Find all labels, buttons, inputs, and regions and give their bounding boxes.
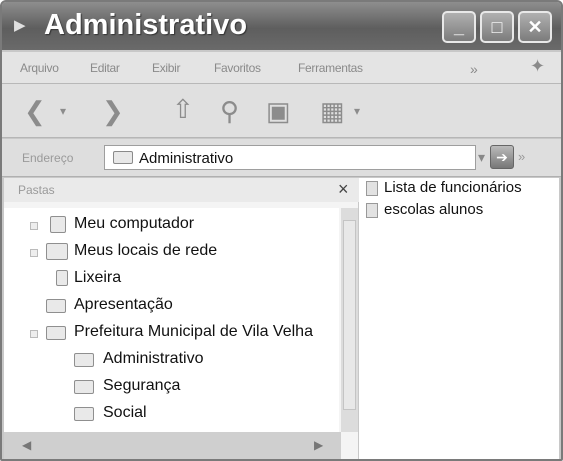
folder-icon <box>46 299 66 313</box>
tree-item-prefeitura[interactable]: Prefeitura Municipal de Vila Velha <box>4 322 337 346</box>
menu-bar: Arquivo Editar Exibir Favoritos Ferramen… <box>2 52 561 84</box>
back-icon[interactable]: ❮ <box>24 98 46 124</box>
menu-ferramentas[interactable]: Ferramentas <box>298 61 363 75</box>
back-dropdown-icon[interactable]: ▾ <box>60 98 66 124</box>
content-area: Pastas × Meu computador Meus locais de r… <box>4 178 559 459</box>
scroll-thumb[interactable] <box>343 220 356 410</box>
folders-pane: Pastas × Meu computador Meus locais de r… <box>4 178 359 459</box>
folder-icon <box>74 380 94 394</box>
document-icon <box>366 181 378 196</box>
tree-item-seguranca[interactable]: Segurança <box>4 376 334 400</box>
folders-pane-header: Pastas × <box>4 178 359 202</box>
expand-icon[interactable] <box>30 222 38 230</box>
views-dropdown-icon[interactable]: ▾ <box>354 98 360 124</box>
address-dropdown-icon[interactable]: ▾ <box>478 149 485 166</box>
folder-icon <box>74 353 94 367</box>
menu-editar[interactable]: Editar <box>90 61 120 75</box>
maximize-button[interactable]: □ <box>480 11 514 43</box>
tree-item-administrativo[interactable]: Administrativo <box>4 349 334 373</box>
folder-icon: ▶ <box>14 17 26 34</box>
scroll-left-icon[interactable]: ◀ <box>22 438 31 452</box>
up-folder-icon[interactable]: ⇧ <box>172 96 194 122</box>
folder-tree: Meu computador Meus locais de rede Lixei… <box>4 208 339 432</box>
folder-icon <box>74 407 94 421</box>
title-bar[interactable]: ▶ Administrativo _ □ ✕ <box>2 2 561 50</box>
close-pane-icon[interactable]: × <box>338 179 349 200</box>
forward-icon[interactable]: ❯ <box>102 98 124 124</box>
network-icon <box>46 243 68 260</box>
minimize-button[interactable]: _ <box>442 11 476 43</box>
vertical-scrollbar[interactable] <box>341 208 358 432</box>
menu-exibir[interactable]: Exibir <box>152 61 181 75</box>
windows-logo-icon: ✦ <box>530 56 545 76</box>
menu-overflow-icon[interactable]: » <box>470 61 478 77</box>
address-label: Endereço <box>22 151 74 165</box>
expand-icon[interactable] <box>30 249 38 257</box>
views-icon[interactable]: ▦ <box>320 98 345 124</box>
folders-pane-title: Pastas <box>18 183 55 197</box>
close-button[interactable]: ✕ <box>518 11 552 43</box>
address-bar: Endereço Administrativo ▾ ➔ » <box>2 139 561 177</box>
tree-item-meu-computador[interactable]: Meu computador <box>4 214 334 238</box>
tree-item-apresentacao[interactable]: Apresentação <box>4 295 334 319</box>
tree-item-meus-locais-de-rede[interactable]: Meus locais de rede <box>4 241 334 265</box>
folder-icon <box>113 151 133 164</box>
address-input[interactable]: Administrativo <box>104 145 476 170</box>
horizontal-scrollbar[interactable]: ◀ ▶ <box>4 432 341 459</box>
menu-arquivo[interactable]: Arquivo <box>20 61 59 75</box>
folder-icon <box>46 326 66 340</box>
go-button[interactable]: ➔ <box>490 145 514 169</box>
computer-icon <box>50 216 66 233</box>
menu-favoritos[interactable]: Favoritos <box>214 61 261 75</box>
search-icon[interactable]: ⚲ <box>220 98 239 124</box>
window-title: Administrativo <box>44 9 248 41</box>
recycle-bin-icon <box>56 270 68 286</box>
folders-icon[interactable]: ▣ <box>266 98 291 124</box>
file-list: Lista de funcionários escolas alunos <box>360 178 559 459</box>
document-icon <box>366 203 378 218</box>
address-overflow-icon[interactable]: » <box>518 149 525 164</box>
scroll-right-icon[interactable]: ▶ <box>314 438 323 452</box>
tree-item-social[interactable]: Social <box>4 403 334 427</box>
address-value: Administrativo <box>139 150 234 167</box>
explorer-window: ▶ Administrativo _ □ ✕ Arquivo Editar Ex… <box>0 0 563 461</box>
tree-item-lixeira[interactable]: Lixeira <box>4 268 334 292</box>
toolbar: ❮ ▾ ❯ ⇧ ⚲ ▣ ▦ ▾ <box>2 84 561 138</box>
collapse-icon[interactable] <box>30 330 38 338</box>
